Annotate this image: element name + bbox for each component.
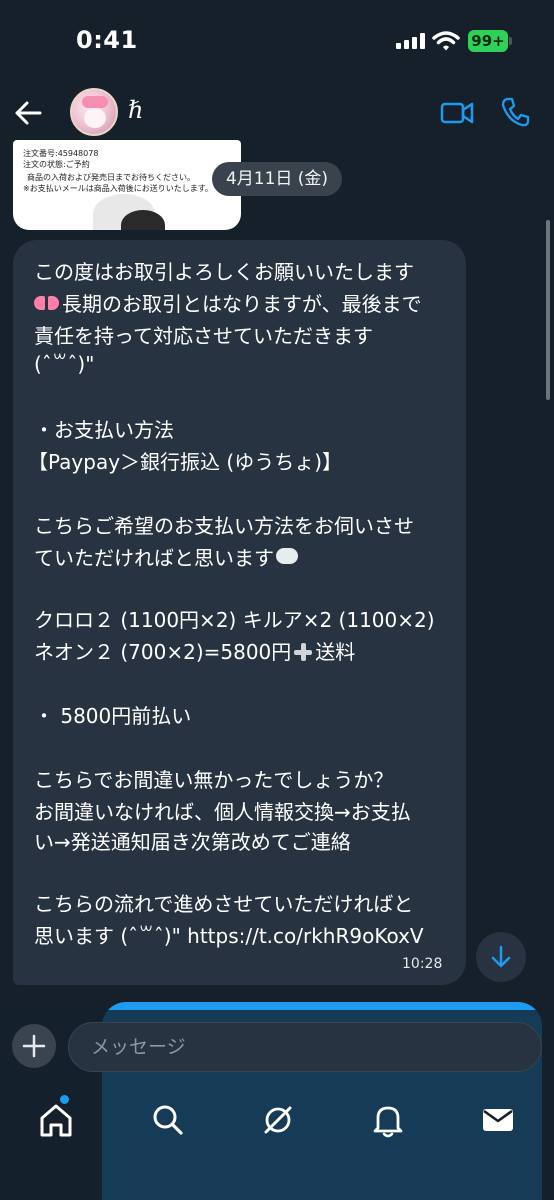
message-line: こちらでお間違い無かったでしょうか？ xyxy=(34,768,394,792)
search-icon[interactable] xyxy=(146,1098,190,1142)
avatar-face xyxy=(84,108,106,128)
phone-call-icon[interactable] xyxy=(500,96,530,128)
avatar[interactable] xyxy=(70,88,118,136)
status-bar: 0:41 99+ xyxy=(0,0,554,90)
message-line: こちらの流れで進めさせていただければと xyxy=(34,892,414,916)
wifi-icon xyxy=(432,31,460,51)
message-line: この度はお取引よろしくお願いいたします xyxy=(34,260,414,284)
date-divider: 4月11日 (金) xyxy=(212,162,342,196)
cellular-signal-icon xyxy=(396,33,426,49)
scrollbar[interactable] xyxy=(546,220,550,400)
grok-icon[interactable] xyxy=(256,1098,300,1142)
thought-balloon-emoji xyxy=(274,546,300,568)
contact-name[interactable]: ℏ xyxy=(128,96,143,124)
attachment-text-line: ※お支払いメールは商品入荷後にお送りいたします。 xyxy=(23,184,213,193)
message-line: ・お支払い方法 xyxy=(34,418,174,442)
attachment-text-line: 商品の入荷および発売日までお待ちください。 xyxy=(27,173,195,182)
message-line-with-link[interactable]: 思います (ˆ꒳ˆ)" https://t.co/rkhR9oKoxV xyxy=(34,920,424,949)
message-line: 責任を持って対応させていただきます xyxy=(34,324,373,348)
notifications-icon[interactable] xyxy=(366,1098,410,1142)
attachment-text-line: 注文の状態:ご予約 xyxy=(23,160,90,169)
heavy-plus-emoji xyxy=(293,642,313,662)
message-line: い→発送通知届き次第改めてご連絡 xyxy=(34,830,351,854)
home-icon[interactable] xyxy=(34,1098,78,1142)
image-attachment[interactable]: 注文番号:45948078 注文の状態:ご予約 商品の入荷および発売日までお待ち… xyxy=(13,140,241,230)
scroll-to-bottom-button[interactable] xyxy=(476,932,526,982)
notification-dot xyxy=(60,1095,69,1104)
status-time: 0:41 xyxy=(76,26,138,54)
attachment-graphic xyxy=(121,210,165,230)
message-line: ネオン２ (700×2)=5800円 xyxy=(34,640,292,664)
message-line: (ˆ꒳ˆ)" xyxy=(34,352,95,376)
message-timestamp: 10:28 xyxy=(402,956,443,972)
battery-tip xyxy=(509,37,512,45)
bottom-tab-bar xyxy=(0,1090,554,1150)
video-call-icon[interactable] xyxy=(440,98,474,128)
message-line: ていただければと思います xyxy=(34,546,274,570)
message-line: こちらご希望のお支払い方法をお伺いさせ xyxy=(34,514,414,538)
message-line: 【Paypay＞銀行振込 (ゆうちょ)】 xyxy=(28,450,343,474)
message-line: ・ 5800円前払い xyxy=(34,704,192,728)
conversation-header: ℏ xyxy=(0,84,554,150)
message-line: クロロ２ (1100円×2) キルア×2 (1100×2) xyxy=(34,608,435,632)
back-arrow-icon[interactable] xyxy=(12,96,46,130)
avatar-bow xyxy=(82,96,108,108)
add-media-button[interactable] xyxy=(12,1024,56,1068)
message-line: 長期のお取引とはなりますが、最後まで xyxy=(62,292,422,316)
plus-icon xyxy=(22,1034,46,1058)
message-input[interactable]: メッセージ xyxy=(68,1022,542,1072)
arrow-down-icon xyxy=(491,945,511,968)
battery-icon: 99+ xyxy=(468,30,508,52)
message-line: お間違いなければ、個人情報交換→お支払 xyxy=(34,800,411,824)
messages-icon[interactable] xyxy=(476,1098,520,1142)
ribbon-emoji xyxy=(34,294,60,314)
message-line: 送料 xyxy=(315,640,356,664)
